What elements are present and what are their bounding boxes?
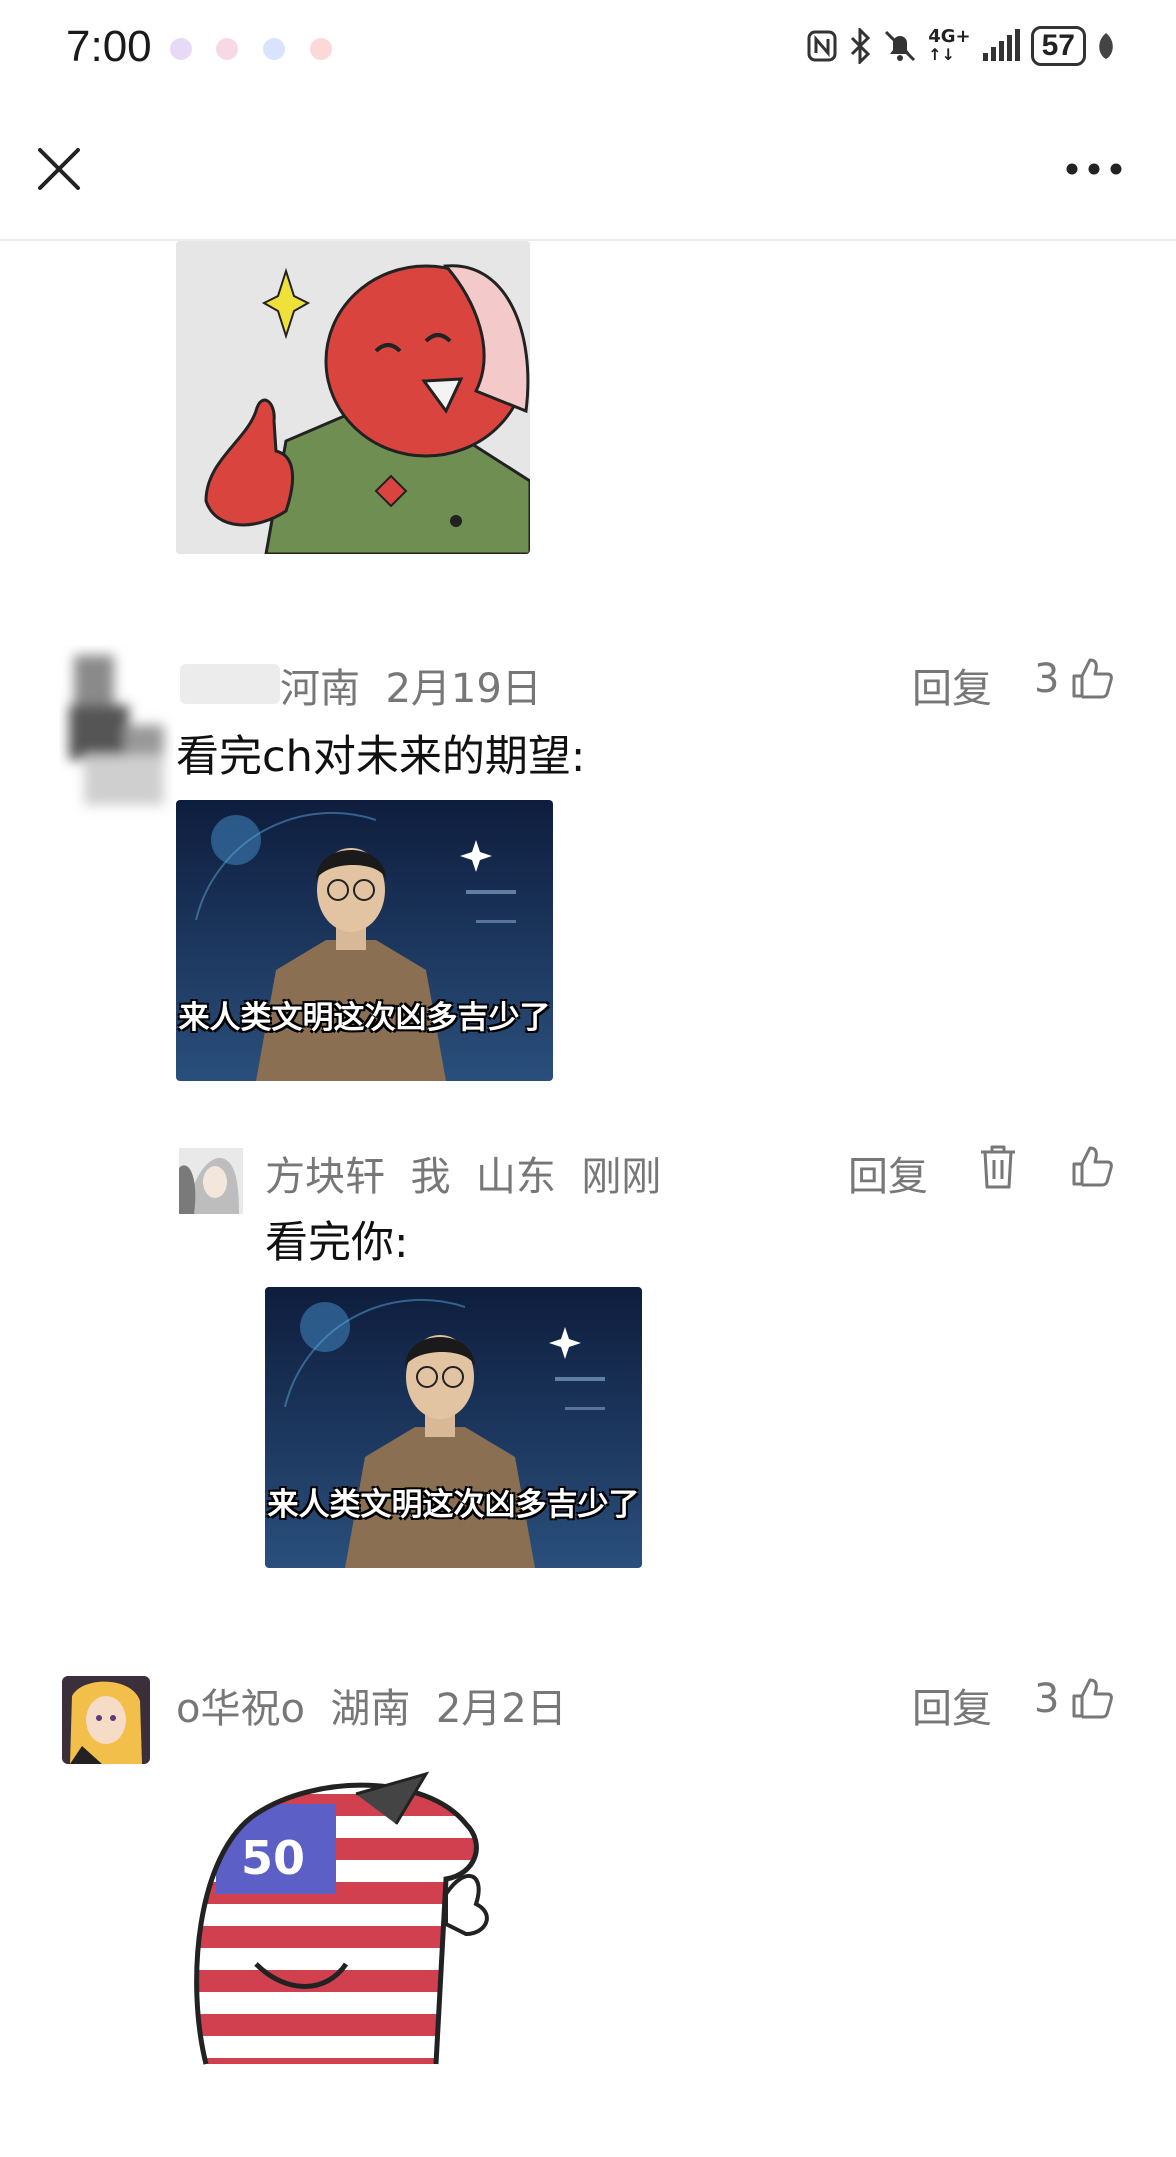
thumbs-up-icon[interactable]	[1070, 1676, 1114, 1720]
like-count: 3	[1034, 1676, 1060, 1722]
comment-meta: o华祝o 湖南 2月2日	[176, 1676, 567, 1734]
comment-location: 湖南	[330, 1686, 411, 1732]
sticker-number: 50	[241, 1831, 305, 1885]
comment-location: 河南	[280, 666, 360, 712]
app-notification-icon	[263, 38, 285, 60]
bluetooth-icon	[851, 28, 871, 64]
comment-text: 看完ch对未来的期望:	[176, 732, 586, 782]
reply-me-badge: 我	[410, 1154, 451, 1200]
thumbs-up-icon[interactable]	[1070, 656, 1114, 700]
leaf-icon	[1099, 33, 1113, 59]
network-label: 4G+	[928, 26, 971, 47]
reply-button[interactable]: 回复	[912, 656, 992, 714]
comment-meta: 河南 2月19日	[280, 656, 542, 714]
header-divider	[0, 239, 1176, 241]
like-count: 3	[1034, 656, 1060, 702]
meme-caption: 来人类文明这次凶多吉少了	[267, 1487, 640, 1523]
reply-avatar[interactable]	[179, 1148, 243, 1214]
more-icon[interactable]	[1066, 160, 1122, 178]
app-notification-icon	[170, 38, 192, 60]
reply-meme-image[interactable]: 来人类文明这次凶多吉少了	[265, 1287, 642, 1568]
signal-icon	[982, 29, 1020, 61]
close-icon[interactable]	[36, 146, 82, 192]
mute-bell-icon	[885, 30, 916, 62]
network-indicator: 4G+ ↑↓	[928, 26, 971, 64]
reply-meta: 方块轩 我 山东 刚刚	[265, 1144, 661, 1202]
comment-date: 2月19日	[385, 666, 542, 712]
comment-sticker-image[interactable]	[176, 241, 530, 554]
reply-button[interactable]: 回复	[848, 1144, 928, 1202]
nfc-icon	[807, 30, 837, 62]
comment-username[interactable]: o华祝o	[176, 1686, 305, 1732]
status-time: 7:00	[66, 22, 152, 71]
app-notification-icon	[216, 38, 238, 60]
reply-date: 刚刚	[581, 1154, 662, 1200]
reply-location: 山东	[475, 1154, 556, 1200]
reply-button[interactable]: 回复	[912, 1676, 992, 1734]
status-icons: 4G+ ↑↓ 57	[806, 26, 1116, 66]
comment-sticker-image[interactable]: 50	[176, 1764, 536, 2094]
meme-caption: 来人类文明这次凶多吉少了	[178, 1000, 551, 1036]
trash-icon[interactable]	[978, 1144, 1018, 1190]
username-blurred[interactable]	[180, 664, 280, 704]
commenter-avatar[interactable]	[62, 1676, 150, 1764]
reply-username[interactable]: 方块轩	[265, 1154, 385, 1200]
app-notification-icon	[310, 38, 332, 60]
comment-meme-image[interactable]: 来人类文明这次凶多吉少了	[176, 800, 553, 1081]
comment-date: 2月2日	[435, 1686, 567, 1732]
battery-indicator: 57	[1030, 26, 1086, 66]
thumbs-up-icon[interactable]	[1070, 1144, 1114, 1188]
reply-text: 看完你:	[265, 1218, 409, 1268]
